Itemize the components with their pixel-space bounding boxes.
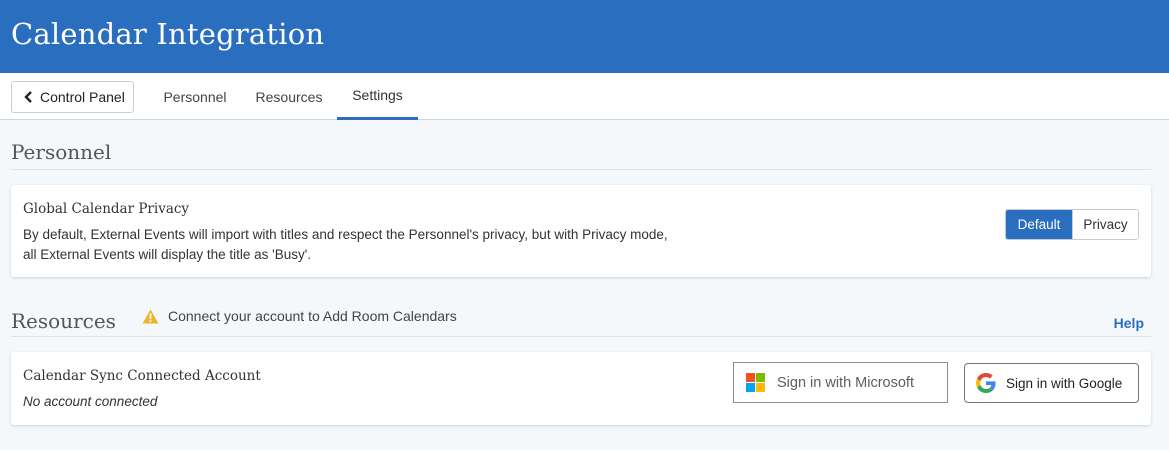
microsoft-logo-icon: [746, 373, 765, 392]
control-panel-back-button[interactable]: Control Panel: [11, 81, 134, 113]
card-title: Calendar Sync Connected Account: [23, 368, 261, 384]
card-title: Global Calendar Privacy: [23, 201, 190, 217]
global-privacy-card: Global Calendar Privacy By default, Exte…: [11, 185, 1151, 277]
connect-warning: Connect your account to Add Room Calenda…: [142, 308, 457, 324]
google-button-label: Sign in with Google: [1006, 375, 1123, 391]
tab-settings[interactable]: Settings: [337, 73, 418, 120]
chevron-left-icon: [24, 91, 32, 103]
card-description: By default, External Events will import …: [23, 227, 668, 262]
sign-in-microsoft-button[interactable]: Sign in with Microsoft: [733, 362, 948, 403]
app-header: Calendar Integration: [0, 0, 1169, 73]
page-title: Calendar Integration: [11, 17, 325, 51]
divider: [11, 336, 1151, 337]
help-link[interactable]: Help: [1114, 315, 1144, 331]
tab-personnel[interactable]: Personnel: [150, 73, 240, 120]
back-button-label: Control Panel: [40, 89, 125, 105]
tab-resources[interactable]: Resources: [244, 73, 334, 120]
privacy-mode-toggle: Default Privacy: [1005, 209, 1139, 240]
account-status: No account connected: [23, 394, 158, 409]
warning-icon: [142, 309, 159, 323]
privacy-option-button[interactable]: Privacy: [1072, 210, 1138, 239]
divider: [11, 169, 1151, 170]
nav-bar: Control Panel Personnel Resources Settin…: [0, 73, 1169, 120]
warning-text: Connect your account to Add Room Calenda…: [168, 308, 457, 324]
personnel-section-title: Personnel: [11, 140, 112, 164]
sign-in-google-button[interactable]: Sign in with Google: [964, 363, 1139, 403]
google-logo-icon: [976, 373, 996, 393]
default-option-button[interactable]: Default: [1006, 210, 1072, 239]
resources-section-title: Resources: [11, 309, 116, 333]
microsoft-button-label: Sign in with Microsoft: [777, 374, 914, 391]
